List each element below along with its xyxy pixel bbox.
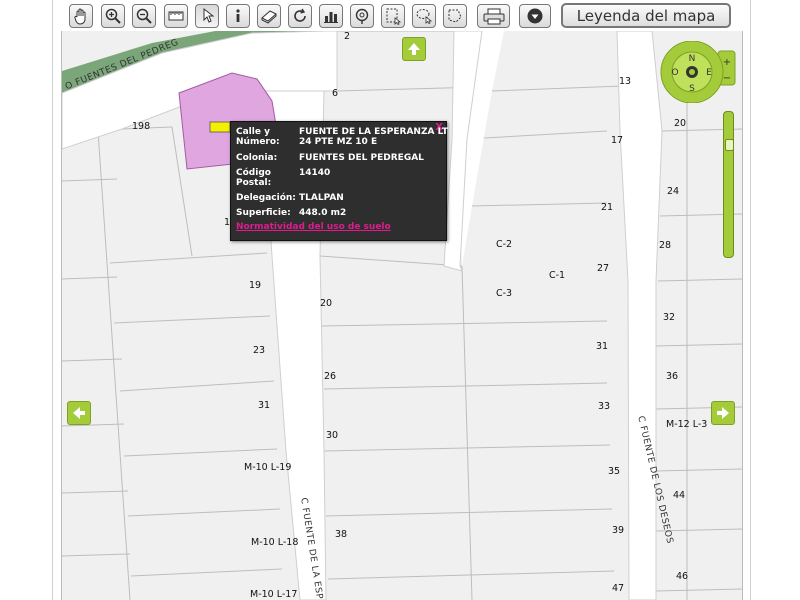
zoom-out-icon[interactable] — [132, 4, 156, 28]
popup-key-colonia: Colonia: — [236, 153, 278, 163]
zoom-in-icon[interactable] — [101, 4, 125, 28]
parcel-label: 13 — [619, 76, 632, 87]
parcel-label: 44 — [673, 490, 686, 501]
pan-right-button[interactable] — [711, 401, 735, 425]
map-toolbar: Leyenda del mapa — [68, 2, 748, 30]
parcel-label: 19 — [249, 280, 262, 291]
parcel-label: C-2 — [496, 239, 513, 250]
parcel-info-popup: X Calle y Número: FUENTE DE LA ESPERANZA… — [230, 121, 448, 241]
zoom-minus-button[interactable]: − — [723, 73, 731, 84]
parcel-label: 47 — [612, 583, 625, 594]
popup-value-superficie: 448.0 m2 — [299, 208, 347, 218]
parcel-label: 2 — [344, 31, 351, 42]
map-base-layer — [62, 31, 742, 600]
parcel-label: M-10 L-18 — [251, 537, 299, 548]
download-icon[interactable] — [519, 4, 551, 28]
compass-control[interactable]: N S E O + − — [658, 41, 740, 103]
pan-up-button[interactable] — [402, 37, 426, 61]
parcel-label: 31 — [596, 341, 609, 352]
refresh-icon[interactable] — [288, 4, 312, 28]
parcel-label: 6 — [332, 88, 339, 99]
arrow-right-icon — [717, 407, 729, 419]
parcel-label: 17 — [611, 135, 624, 146]
book-icon[interactable] — [257, 4, 281, 28]
popup-value-delegacion: TLALPAN — [299, 193, 344, 203]
hand-icon[interactable] — [69, 4, 93, 28]
parcel-label: C-1 — [549, 270, 566, 281]
compass-east[interactable]: E — [706, 68, 712, 78]
compass-west[interactable]: O — [671, 68, 678, 78]
popup-key-delegacion: Delegación: — [236, 193, 296, 203]
pointer-icon[interactable] — [195, 4, 219, 28]
parcel-label: 27 — [597, 263, 610, 274]
popup-value-colonia: FUENTES DEL PEDREGAL — [299, 153, 424, 163]
parcel-label: 23 — [253, 345, 266, 356]
parcel-label: 26 — [324, 371, 337, 382]
parcel-label: 33 — [598, 401, 611, 412]
parcel-label: 38 — [335, 529, 348, 540]
parcel-label: 198 — [132, 121, 151, 132]
polygon-select-icon[interactable] — [443, 4, 467, 28]
popup-value-address: FUENTE DE LA ESPERANZA LT 24 PTE MZ 10 E — [299, 127, 448, 147]
parcel-label: 35 — [608, 466, 621, 477]
land-use-link[interactable]: Normatividad del uso de suelo — [236, 222, 391, 232]
parcel-label: 31 — [258, 400, 271, 411]
zoom-slider-thumb[interactable] — [725, 139, 734, 151]
parcel-label: M-12 L-3 — [666, 419, 708, 430]
info-icon[interactable] — [226, 4, 250, 28]
parcel-label: 46 — [676, 571, 689, 582]
arrow-up-icon — [408, 43, 420, 55]
arrow-left-icon — [73, 407, 85, 419]
frame-right-border — [750, 0, 751, 600]
map-viewport[interactable]: 2 13 6 198 20 17 14 24 21 28 C-2 C-1 27 … — [61, 31, 743, 600]
parcel-label: 30 — [326, 430, 339, 441]
select-rect-icon[interactable] — [381, 4, 405, 28]
parcel-label: 36 — [666, 371, 679, 382]
frame-left-border — [52, 0, 53, 600]
popup-key-postal: Código Postal: — [236, 168, 272, 188]
parcel-label: 24 — [667, 186, 680, 197]
print-icon[interactable] — [477, 4, 510, 28]
lasso-icon[interactable] — [412, 4, 436, 28]
locate-icon[interactable] — [350, 4, 374, 28]
parcel-label: M-10 L-17 — [250, 589, 298, 600]
map-legend-button[interactable]: Leyenda del mapa — [561, 3, 731, 28]
popup-value-postal: 14140 — [299, 168, 331, 178]
parcel-label: 32 — [663, 312, 676, 323]
zoom-slider[interactable] — [723, 111, 734, 258]
parcel-label: 20 — [320, 298, 333, 309]
compass-north[interactable]: N — [689, 54, 696, 64]
parcel-label: 20 — [674, 118, 687, 129]
zoom-plus-button[interactable]: + — [723, 57, 731, 68]
ruler-icon[interactable] — [164, 4, 188, 28]
popup-key-superficie: Superficie: — [236, 208, 291, 218]
parcel-label: C-3 — [496, 288, 513, 299]
parcel-label: 28 — [659, 240, 672, 251]
parcel-label: M-10 L-19 — [244, 462, 292, 473]
pan-left-button[interactable] — [67, 401, 91, 425]
parcel-label: 39 — [612, 525, 625, 536]
popup-key-address: Calle y Número: — [236, 127, 280, 147]
bar-chart-icon[interactable] — [319, 4, 343, 28]
parcel-label: 21 — [601, 202, 614, 213]
compass-south[interactable]: S — [689, 84, 695, 94]
